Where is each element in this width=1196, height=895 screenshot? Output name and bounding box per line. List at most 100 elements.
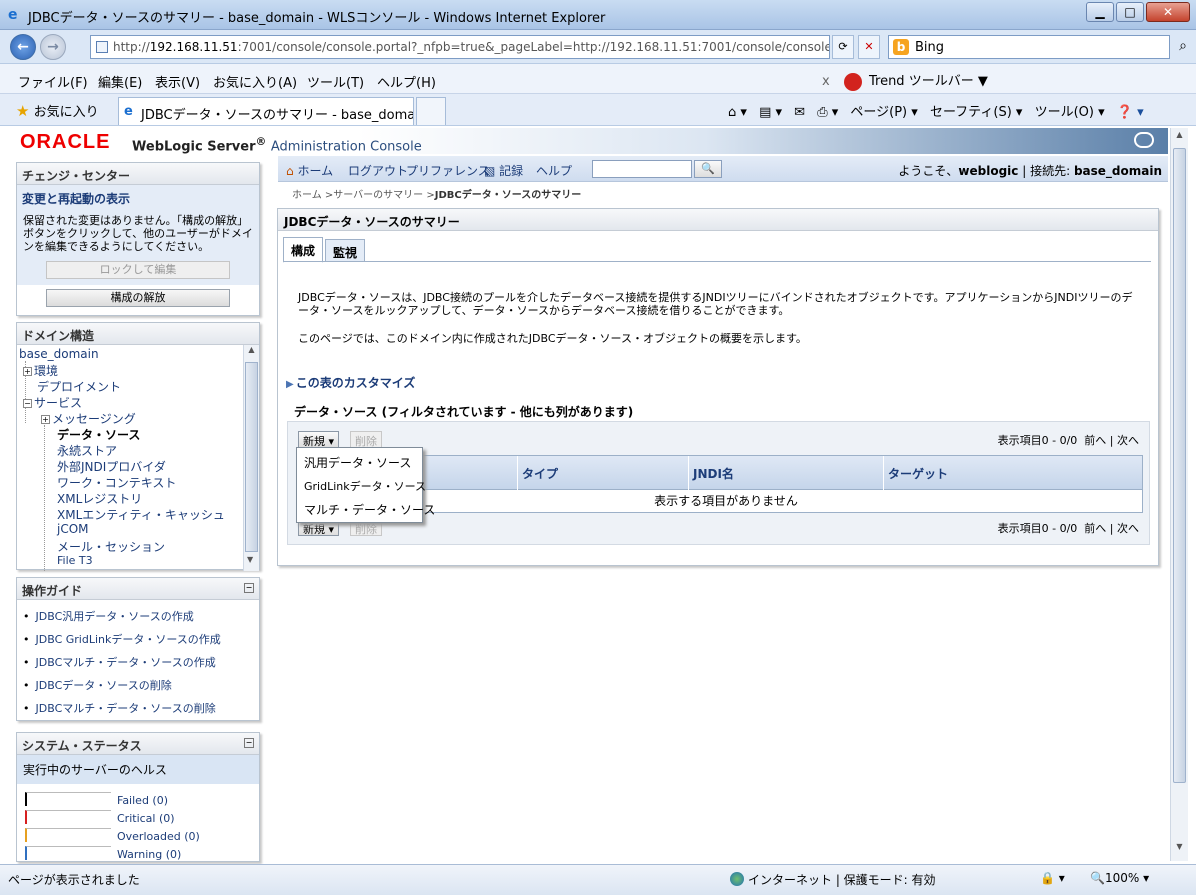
help-link[interactable]: ヘルプ [536, 162, 572, 179]
tree-scrollbar[interactable]: ▲ ▼ [243, 345, 259, 571]
zoom-control[interactable]: 🔍100% ▾ [1090, 871, 1149, 885]
tree-item[interactable]: XMLエンティティ・キャッシュ [57, 506, 225, 523]
menu-edit[interactable]: 編集(E) [98, 72, 142, 91]
tree-item[interactable]: jCOM [57, 522, 89, 536]
refresh-icon[interactable]: ⟳ [832, 35, 854, 59]
safety-menu[interactable]: セーフティ(S) ▾ [930, 105, 1023, 120]
tree-item[interactable]: File T3 [57, 554, 93, 567]
menu-generic-datasource[interactable]: 汎用データ・ソース [304, 454, 411, 471]
tree-item[interactable]: ワーク・コンテキスト [57, 474, 176, 491]
how-to-link[interactable]: JDBC汎用データ・ソースの作成 [23, 608, 259, 624]
minimize-icon[interactable]: − [244, 738, 254, 748]
menu-view[interactable]: 表示(V) [155, 72, 200, 91]
preferences-link[interactable]: プリファレンス [406, 162, 490, 179]
column-type[interactable]: タイプ [517, 456, 688, 490]
next-link[interactable]: 次へ [1117, 434, 1139, 447]
how-to-link[interactable]: JDBCマルチ・データ・ソースの削除 [23, 700, 259, 716]
window-controls: ▁ □ ✕ [1084, 2, 1190, 22]
tree-item[interactable]: base_domain [19, 347, 99, 361]
scroll-thumb[interactable] [1173, 148, 1186, 783]
search-icon[interactable]: 🔍 [694, 160, 722, 178]
home-icon[interactable]: ⌂ ▾ [728, 105, 747, 120]
tree-item[interactable]: メール・セッション [57, 538, 165, 555]
customize-table-link[interactable]: ▶ この表のカスタマイズ [286, 374, 415, 391]
page-scrollbar[interactable]: ▲ ▼ [1170, 128, 1188, 861]
next-link[interactable]: 次へ [1117, 522, 1139, 535]
health-failed[interactable]: Failed (0) [25, 792, 168, 807]
column-target[interactable]: ターゲット [883, 456, 1138, 490]
menu-tools[interactable]: ツール(T) [307, 72, 364, 91]
search-box[interactable]: b Bing [888, 35, 1170, 59]
menu-file[interactable]: ファイル(F) [18, 72, 88, 91]
minimize-icon[interactable]: − [244, 583, 254, 593]
console-search-input[interactable] [592, 160, 692, 178]
url-field[interactable]: http://192.168.11.51:7001/console/consol… [90, 35, 830, 59]
tab-monitoring[interactable]: 監視 [325, 239, 365, 261]
home-link[interactable]: ⌂ ホーム [286, 162, 333, 179]
lock-edit-button[interactable]: ロックして編集 [46, 261, 230, 279]
feed-icon[interactable]: ▤ ▾ [759, 105, 782, 120]
new-tab-button[interactable] [416, 97, 446, 125]
minimize-button[interactable]: ▁ [1086, 2, 1114, 22]
close-button[interactable]: ✕ [1146, 2, 1190, 22]
view-changes-link[interactable]: 変更と再起動の表示 [17, 185, 259, 210]
column-jndi[interactable]: JNDI名 [688, 456, 883, 490]
prev-link[interactable]: 前へ [1084, 522, 1106, 535]
command-bar: ⌂ ▾ ▤ ▾ ✉ ⎙ ▾ ページ(P) ▾ セーフティ(S) ▾ ツール(O)… [728, 101, 1152, 120]
tree-item[interactable]: + 環境 [23, 362, 58, 379]
menu-multi-datasource[interactable]: マルチ・データ・ソース [304, 501, 435, 518]
browser-tab[interactable]: e JDBCデータ・ソースのサマリー - base_domai... [118, 97, 414, 125]
favorites-button[interactable]: ★ お気に入り [16, 101, 99, 120]
health-critical[interactable]: Critical (0) [25, 810, 175, 825]
tools-menu[interactable]: ツール(O) ▾ [1035, 105, 1105, 120]
tree-item[interactable]: 永続ストア [57, 442, 117, 459]
menu-favorites[interactable]: お気に入り(A) [213, 72, 297, 91]
help-icon[interactable] [1134, 132, 1154, 148]
search-icon[interactable]: ⌕ [1172, 35, 1194, 59]
tree-item-selected[interactable]: データ・ソース [57, 426, 140, 443]
record-link[interactable]: ▧ 記録 [484, 162, 523, 179]
tab-configuration[interactable]: 構成 [283, 237, 323, 263]
tree-item[interactable]: + メッセージング [41, 410, 136, 427]
change-center-panel: チェンジ・センター 変更と再起動の表示 保留された変更はありません。「構成の解放… [16, 162, 260, 316]
delete-button[interactable]: 削除 [350, 431, 382, 448]
breadcrumb-servers[interactable]: サーバーのサマリー > [333, 190, 434, 201]
close-toolbar-icon[interactable]: x [822, 74, 830, 89]
expand-icon[interactable]: + [41, 415, 50, 424]
page-menu[interactable]: ページ(P) ▾ [850, 105, 917, 120]
logout-link[interactable]: ログアウト [348, 162, 408, 179]
trend-toolbar[interactable]: x Trend ツールバー ▼ [822, 70, 988, 91]
expand-icon[interactable]: + [23, 367, 32, 376]
print-icon[interactable]: ⎙ ▾ [817, 105, 838, 120]
breadcrumb-home[interactable]: ホーム > [292, 190, 333, 201]
how-to-link[interactable]: JDBC GridLinkデータ・ソースの作成 [23, 631, 259, 647]
tree-item[interactable]: 外部JNDIプロバイダ [57, 458, 166, 475]
tree-item[interactable]: XMLレジストリ [57, 490, 142, 507]
record-icon: ▧ [484, 164, 496, 178]
how-to-link[interactable]: JDBCマルチ・データ・ソースの作成 [23, 654, 259, 670]
prev-link[interactable]: 前へ [1084, 434, 1106, 447]
security-icon[interactable]: 🔒 ▾ [1040, 871, 1065, 885]
collapse-icon[interactable]: − [23, 399, 32, 408]
mail-icon[interactable]: ✉ [794, 105, 805, 120]
health-warning[interactable]: Warning (0) [25, 846, 181, 861]
scroll-up-icon[interactable]: ▲ [244, 345, 259, 354]
health-overloaded[interactable]: Overloaded (0) [25, 828, 200, 843]
tree-scroll-thumb[interactable] [245, 362, 258, 552]
scroll-down-icon[interactable]: ▼ [1173, 842, 1186, 858]
forward-button[interactable]: → [40, 34, 66, 60]
menu-help[interactable]: ヘルプ(H) [377, 72, 436, 91]
stop-icon[interactable]: ✕ [858, 35, 880, 59]
new-button[interactable]: 新規 ▾ [298, 431, 340, 448]
tree-item[interactable]: − サービス [23, 394, 82, 411]
how-to-link[interactable]: JDBCデータ・ソースの削除 [23, 677, 259, 693]
scroll-up-icon[interactable]: ▲ [1173, 130, 1186, 146]
tree-item[interactable]: デプロイメント [37, 378, 121, 395]
help-icon[interactable]: ❓ ▾ [1117, 105, 1144, 120]
maximize-button[interactable]: □ [1116, 2, 1144, 22]
back-button[interactable]: ← [10, 34, 36, 60]
release-config-button[interactable]: 構成の解放 [46, 289, 230, 307]
new-dropdown-menu: 汎用データ・ソース GridLinkデータ・ソース マルチ・データ・ソース [296, 447, 435, 523]
scroll-down-icon[interactable]: ▼ [247, 555, 253, 564]
menu-gridlink-datasource[interactable]: GridLinkデータ・ソース [304, 478, 426, 494]
